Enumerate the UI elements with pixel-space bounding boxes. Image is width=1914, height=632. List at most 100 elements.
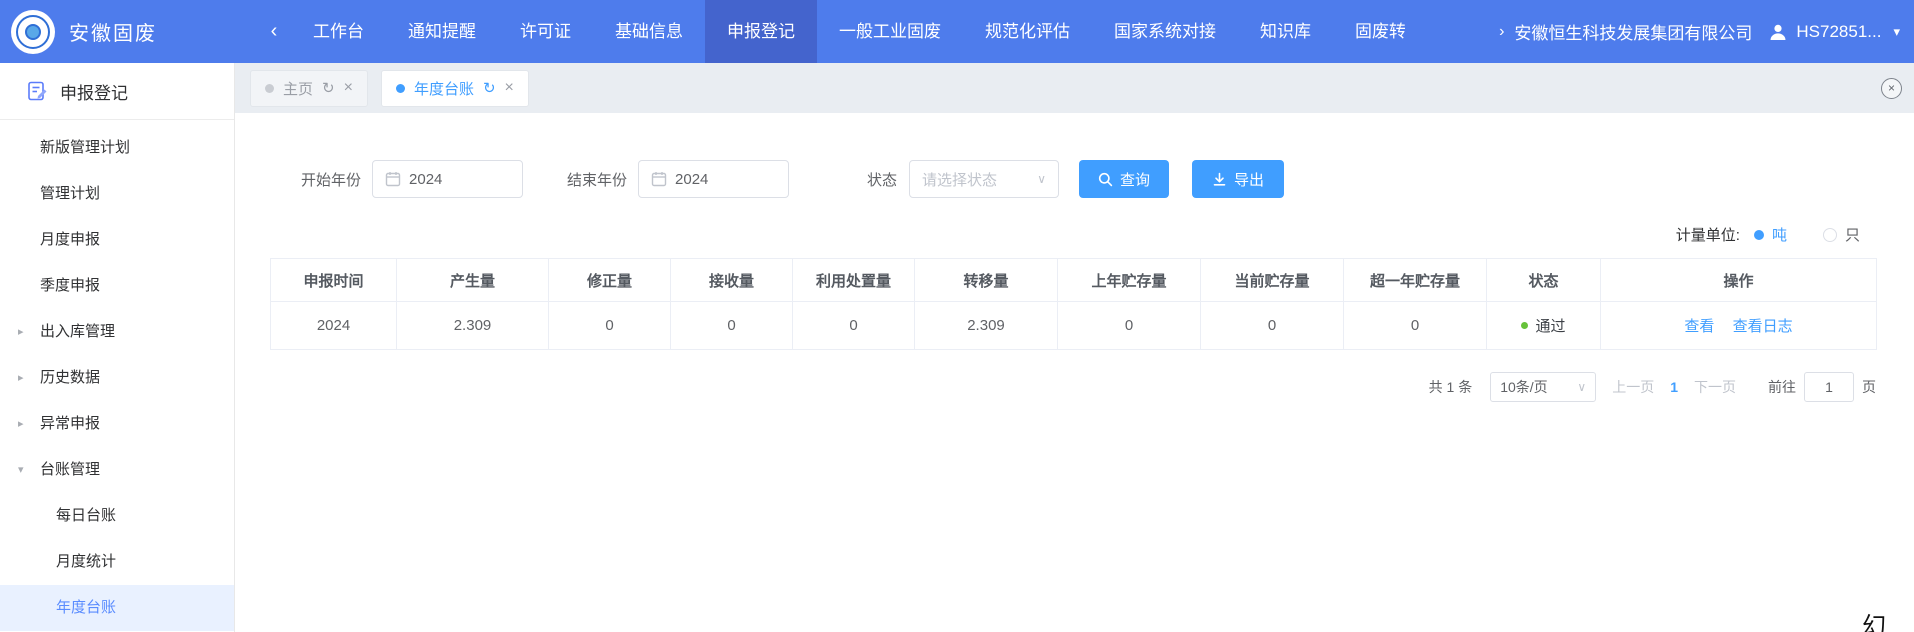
col-prev-year-storage: 上年贮存量 <box>1058 259 1201 302</box>
unit-radio-ton[interactable]: 吨 <box>1754 224 1787 245</box>
tab-annual-ledger-label: 年度台账 <box>414 78 474 99</box>
next-page-button[interactable]: 下一页 <box>1694 377 1736 397</box>
sidebar-item-new-management-plan[interactable]: 新版管理计划 <box>0 125 234 171</box>
table-header-row: 申报时间 产生量 修正量 接收量 利用处置量 转移量 上年贮存量 当前贮存量 超… <box>271 259 1877 302</box>
cell-transferred: 2.309 <box>915 302 1058 350</box>
user-icon <box>1768 22 1788 42</box>
sidebar-item-daily-ledger[interactable]: 每日台账 <box>0 493 234 539</box>
sidebar-item-abnormal-declaration[interactable]: ▸异常申报 <box>0 401 234 447</box>
annual-ledger-table: 申报时间 产生量 修正量 接收量 利用处置量 转移量 上年贮存量 当前贮存量 超… <box>270 258 1877 350</box>
top-nav: 安徽固废 ‹ 工作台 通知提醒 许可证 基础信息 申报登记 一般工业固废 规范化… <box>0 0 1914 63</box>
nav-collapse-icon[interactable]: ‹ <box>257 20 291 43</box>
radio-selected-icon <box>1754 230 1764 240</box>
tab-dot-icon <box>265 84 274 93</box>
sidebar-item-ledger-management[interactable]: ▾台账管理 <box>0 447 234 493</box>
unit-radio-piece[interactable]: 只 <box>1823 224 1860 245</box>
tab-home[interactable]: 主页 ↻ × <box>250 70 368 107</box>
caret-right-icon: ▸ <box>18 309 24 355</box>
chevron-down-icon: ∨ <box>1037 172 1046 186</box>
nav-item-declaration[interactable]: 申报登记 <box>705 0 817 63</box>
declaration-doc-icon <box>26 80 48 102</box>
sidebar-item-quarterly-declaration[interactable]: 季度申报 <box>0 263 234 309</box>
col-received: 接收量 <box>671 259 793 302</box>
col-transferred: 转移量 <box>915 259 1058 302</box>
filter-row: 开始年份 结束年份 <box>301 160 1914 198</box>
export-button[interactable]: 导出 <box>1192 160 1284 198</box>
cell-declaration-time: 2024 <box>271 302 397 350</box>
cell-over-one-year-storage: 0 <box>1344 302 1487 350</box>
radio-unselected-icon <box>1823 228 1837 242</box>
pagination: 共 1 条 10条/页 ∨ 上一页 1 下一页 前往 页 <box>235 372 1876 402</box>
nav-item-license[interactable]: 许可证 <box>498 0 593 63</box>
sidebar-header: 申报登记 <box>0 63 234 120</box>
tab-home-label: 主页 <box>283 78 313 99</box>
col-actions: 操作 <box>1601 259 1877 302</box>
nav-item-workbench[interactable]: 工作台 <box>291 0 386 63</box>
sidebar-menu: 新版管理计划 管理计划 月度申报 季度申报 ▸出入库管理 ▸历史数据 ▸异常申报… <box>0 120 234 631</box>
sidebar-item-history-data[interactable]: ▸历史数据 <box>0 355 234 401</box>
end-year-input[interactable] <box>675 171 776 188</box>
refresh-icon[interactable]: ↻ <box>322 79 335 97</box>
start-year-label: 开始年份 <box>301 169 361 190</box>
tab-options-icon[interactable]: × <box>1881 78 1902 99</box>
cell-status: 通过 <box>1487 302 1601 350</box>
refresh-icon[interactable]: ↻ <box>483 79 496 97</box>
brand-title: 安徽固废 <box>69 17 157 46</box>
sidebar-item-inout-management[interactable]: ▸出入库管理 <box>0 309 234 355</box>
nav-item-standardized-assessment[interactable]: 规范化评估 <box>963 0 1092 63</box>
status-dot-icon <box>1521 322 1528 329</box>
status-placeholder: 请选择状态 <box>922 169 997 190</box>
nav-item-notifications[interactable]: 通知提醒 <box>386 0 498 63</box>
status-badge: 通过 <box>1535 315 1565 336</box>
search-button[interactable]: 查询 <box>1079 160 1169 198</box>
cell-received: 0 <box>671 302 793 350</box>
end-year-field[interactable] <box>638 160 789 198</box>
col-corrected: 修正量 <box>549 259 671 302</box>
goto-page-input[interactable] <box>1804 372 1854 402</box>
sidebar-item-monthly-declaration[interactable]: 月度申报 <box>0 217 234 263</box>
close-icon[interactable]: × <box>344 79 353 97</box>
start-year-field[interactable] <box>372 160 523 198</box>
goto-unit-label: 页 <box>1862 377 1876 397</box>
tab-annual-ledger[interactable]: 年度台账 ↻ × <box>381 70 529 107</box>
sidebar: 申报登记 新版管理计划 管理计划 月度申报 季度申报 ▸出入库管理 ▸历史数据 … <box>0 63 235 632</box>
sidebar-title: 申报登记 <box>60 79 128 104</box>
unit-toggle-row: 计量单位: 吨 只 <box>235 224 1860 245</box>
username[interactable]: HS72851... <box>1796 22 1881 42</box>
chevron-down-icon[interactable]: ▾ <box>1893 24 1900 40</box>
calendar-icon <box>651 171 667 187</box>
download-icon <box>1212 172 1227 187</box>
sidebar-item-monthly-statistics[interactable]: 月度统计 <box>0 539 234 585</box>
nav-item-waste-transfer[interactable]: 固废转 <box>1333 0 1405 63</box>
content-panel: 开始年份 结束年份 <box>235 160 1914 632</box>
sidebar-item-management-plan[interactable]: 管理计划 <box>0 171 234 217</box>
main-area: 主页 ↻ × 年度台账 ↻ × × 开始年份 <box>235 63 1914 632</box>
prev-page-button[interactable]: 上一页 <box>1612 377 1654 397</box>
close-icon[interactable]: × <box>505 79 514 97</box>
chevron-right-icon[interactable]: › <box>1499 23 1504 41</box>
tab-bar: 主页 ↻ × 年度台账 ↻ × × <box>235 63 1914 113</box>
nav-item-general-industrial-waste[interactable]: 一般工业固废 <box>817 0 963 63</box>
col-status: 状态 <box>1487 259 1601 302</box>
unit-label: 计量单位: <box>1676 224 1740 245</box>
nav-item-national-system[interactable]: 国家系统对接 <box>1092 0 1238 63</box>
page-number-1[interactable]: 1 <box>1670 379 1678 395</box>
nav-item-basic-info[interactable]: 基础信息 <box>593 0 705 63</box>
col-generated: 产生量 <box>397 259 549 302</box>
sidebar-item-annual-ledger[interactable]: 年度台账 <box>0 585 234 631</box>
view-link[interactable]: 查看 <box>1684 318 1714 335</box>
start-year-input[interactable] <box>409 171 510 188</box>
table-row: 2024 2.309 0 0 0 2.309 0 0 0 通过 <box>271 302 1877 350</box>
cell-prev-year-storage: 0 <box>1058 302 1201 350</box>
nav-item-knowledge-base[interactable]: 知识库 <box>1238 0 1333 63</box>
caret-right-icon: ▸ <box>18 355 24 401</box>
pagination-total: 共 1 条 <box>1429 377 1473 397</box>
status-select[interactable]: 请选择状态 ∨ <box>909 160 1059 198</box>
floating-widget[interactable]: 幻 <box>1862 606 1886 632</box>
cell-utilized-disposed: 0 <box>793 302 915 350</box>
company-name: 安徽恒生科技发展集团有限公司 <box>1514 19 1752 44</box>
page-size-select[interactable]: 10条/页 ∨ <box>1490 372 1596 402</box>
status-label: 状态 <box>867 169 897 190</box>
calendar-icon <box>385 171 401 187</box>
view-log-link[interactable]: 查看日志 <box>1733 318 1793 335</box>
